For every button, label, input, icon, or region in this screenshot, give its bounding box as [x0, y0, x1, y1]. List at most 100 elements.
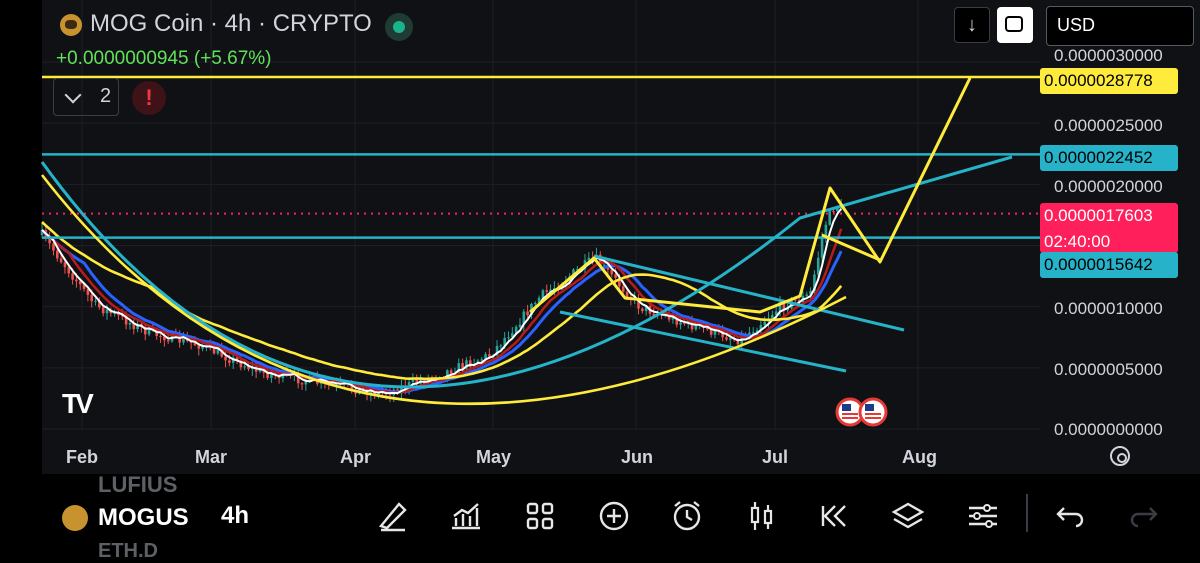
- settings-sliders-icon[interactable]: [963, 496, 1003, 536]
- candle-body: [201, 346, 204, 349]
- y-tick-label: 0.0000020000: [1054, 177, 1163, 196]
- watchlist-prev-symbol[interactable]: LUFIUS: [98, 472, 177, 498]
- redo-icon[interactable]: [1124, 496, 1164, 536]
- add-plus-icon[interactable]: [594, 496, 634, 536]
- flag-circle: [858, 397, 888, 427]
- indicators-icon[interactable]: [446, 496, 486, 536]
- candle-body: [805, 294, 809, 296]
- candle-body: [728, 338, 732, 340]
- candle-body: [166, 340, 170, 342]
- price-label-support: 0.0000015642: [1040, 252, 1178, 278]
- chart-screen: MOG Coin · 4h · CRYPTO +0.0000000945 (+5…: [0, 0, 1200, 562]
- ma-white-line: [41, 208, 843, 395]
- candle-body: [533, 303, 537, 305]
- price-label-resistance-mid: 0.0000022452: [1040, 145, 1178, 171]
- x-tick-label: May: [476, 447, 512, 467]
- candle-body: [763, 321, 766, 326]
- draw-pencil-icon[interactable]: [373, 496, 413, 536]
- candle-body: [820, 238, 824, 258]
- candle-body: [228, 360, 231, 363]
- candle-body: [128, 322, 132, 325]
- candle-body: [480, 359, 484, 361]
- x-tick-label: Jul: [762, 447, 789, 467]
- current-price-label: 0.0000017603 02:40:00: [1040, 203, 1178, 253]
- candle-body: [71, 273, 74, 280]
- candle-body: [94, 300, 97, 302]
- coin-logo-icon: [60, 14, 82, 36]
- watchlist-next-symbol[interactable]: ETH.D: [98, 540, 158, 563]
- candle-body: [602, 264, 606, 266]
- candle-body: [388, 394, 392, 396]
- candle-body: [507, 337, 510, 339]
- chevron-down-icon: [64, 86, 82, 104]
- candle-body: [159, 335, 162, 337]
- candle-body: [679, 322, 682, 325]
- x-tick-label: Apr: [340, 447, 371, 467]
- candle-body: [751, 332, 755, 334]
- candle-body: [541, 290, 545, 298]
- market-status-icon[interactable]: [385, 13, 413, 41]
- price-label-resistance-top: 0.0000028778: [1040, 68, 1178, 94]
- candle-body: [725, 337, 728, 340]
- layers-icon[interactable]: [888, 496, 928, 536]
- candle-body: [499, 345, 503, 347]
- candle-body: [816, 257, 820, 275]
- yellow-cup-curve: [40, 174, 847, 406]
- x-tick-label: Feb: [66, 447, 99, 467]
- candle-body: [488, 354, 491, 357]
- candle-body: [614, 274, 617, 278]
- y-tick-label: 0.0000025000: [1054, 116, 1163, 135]
- candle-body: [641, 308, 644, 312]
- x-tick-label: Aug: [902, 447, 937, 467]
- candle-body: [526, 311, 529, 316]
- rounded-bottom-curve: [40, 155, 1013, 389]
- y-tick-label: 0.0000010000: [1054, 299, 1163, 318]
- flag-canton: [865, 404, 874, 411]
- replay-rewind-icon[interactable]: [815, 496, 855, 536]
- candle-body: [63, 262, 67, 268]
- indicator-count: 2: [100, 85, 112, 107]
- candle-body: [545, 290, 549, 292]
- candle-body: [243, 366, 246, 368]
- symbol-button[interactable]: MOGUS: [98, 504, 189, 532]
- flag-canton: [842, 404, 851, 411]
- download-button[interactable]: ↓: [954, 7, 990, 43]
- candle-body: [828, 211, 832, 225]
- event-flag-icon[interactable]: [858, 397, 888, 427]
- candle-body: [75, 279, 78, 282]
- candle-body: [52, 243, 55, 251]
- symbol-coin-icon: [62, 505, 88, 531]
- currency-select[interactable]: USD: [1046, 6, 1194, 46]
- x-tick-label: Mar: [195, 447, 228, 467]
- candle-body: [832, 211, 835, 213]
- undo-icon[interactable]: [1050, 496, 1090, 536]
- candle-body: [518, 324, 522, 327]
- candle-body: [300, 383, 304, 385]
- alarm-clock-icon[interactable]: [667, 496, 707, 536]
- layout-grid-icon[interactable]: [520, 496, 560, 536]
- candle-body: [55, 250, 59, 259]
- candle-body: [621, 286, 625, 292]
- current-price-value: 0.0000017603: [1044, 206, 1153, 225]
- candle-body: [105, 309, 109, 314]
- rotate-screen-button[interactable]: [997, 7, 1033, 43]
- interval-button[interactable]: 4h: [221, 502, 249, 530]
- candle-body: [411, 379, 415, 383]
- indicators-toggle[interactable]: 2: [53, 78, 119, 116]
- y-tick-label: 0.0000000000: [1054, 420, 1163, 439]
- price-change: +0.0000000945 (+5.67%): [56, 48, 272, 69]
- candle-body: [59, 258, 63, 263]
- candle-body: [224, 356, 227, 361]
- chart-svg[interactable]: [0, 0, 1200, 474]
- warning-icon[interactable]: !: [132, 81, 166, 115]
- chart-settings-icon[interactable]: [1110, 446, 1130, 466]
- symbol-title[interactable]: MOG Coin · 4h · CRYPTO: [90, 10, 372, 38]
- candle-body: [449, 370, 453, 374]
- toolbar-divider: [1026, 494, 1028, 532]
- candle-body: [101, 307, 105, 314]
- x-tick-label: Jun: [621, 447, 654, 467]
- candle-body: [694, 325, 698, 330]
- candle-body: [90, 294, 94, 302]
- candlestick-icon[interactable]: [741, 496, 781, 536]
- tradingview-logo-icon: TV: [62, 388, 94, 419]
